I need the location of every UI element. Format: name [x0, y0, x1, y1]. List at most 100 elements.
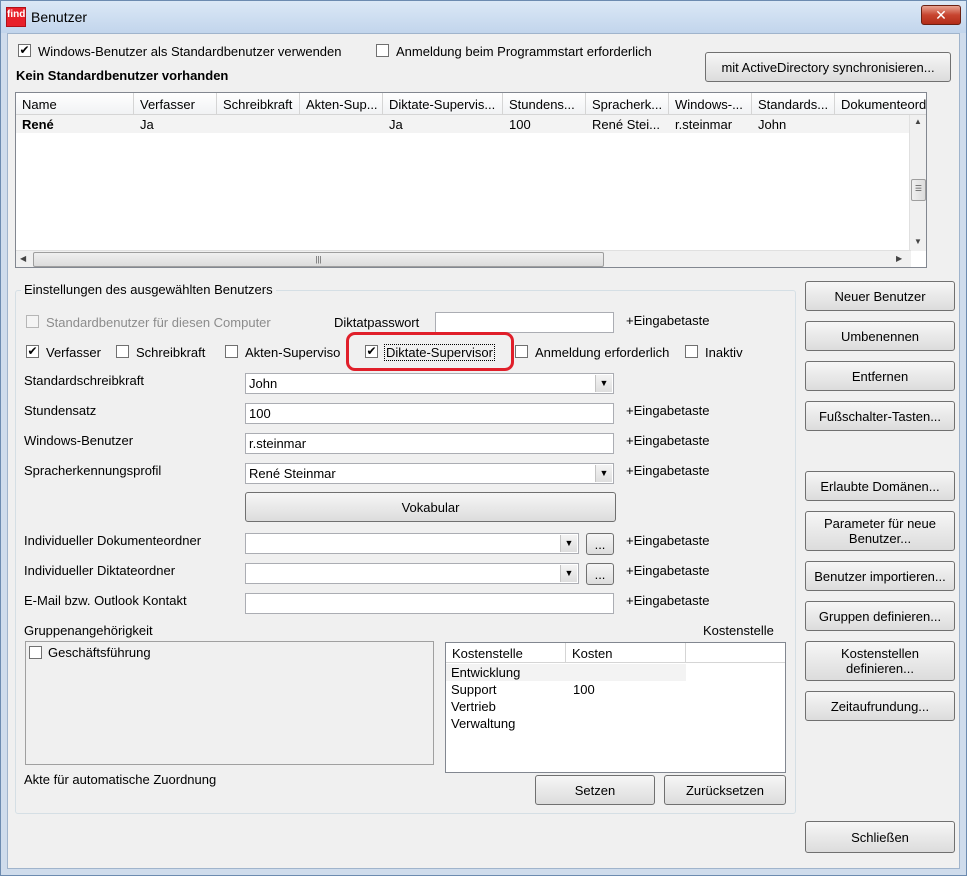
set-button[interactable]: Setzen [535, 775, 655, 805]
horizontal-scrollbar[interactable]: ◀ ||| ▶ [16, 250, 911, 267]
column-header-windows-user[interactable]: Windows-... [669, 93, 752, 115]
scroll-left-arrow-icon[interactable]: ◀ [20, 254, 26, 263]
horizontal-scroll-thumb[interactable]: ||| [33, 252, 604, 267]
stundensatz-input[interactable]: 100 [245, 403, 614, 424]
cell-windows-user: r.steinmar [675, 117, 733, 132]
doc-folder-enter-hint: +Eingabetaste [626, 533, 710, 548]
vertical-scroll-thumb[interactable]: ☰ [911, 179, 926, 201]
vokabular-button[interactable]: Vokabular [245, 492, 616, 522]
cost-cell-name: Vertrieb [451, 699, 496, 714]
define-groups-button[interactable]: Gruppen definieren... [805, 601, 955, 631]
close-window-button[interactable]: ✕ [921, 5, 961, 25]
login-required-label: Anmeldung beim Programmstart erforderlic… [396, 44, 652, 59]
column-header-standardschreibkraft[interactable]: Standards... [752, 93, 835, 115]
dialog-client-area: ✔ Windows-Benutzer als Standardbenutzer … [7, 33, 960, 869]
cost-center-label: Kostenstelle [703, 623, 774, 638]
diktatpasswort-label: Diktatpasswort [334, 315, 420, 330]
table-row[interactable]: Vertrieb [446, 698, 686, 715]
group-geschaeftsfuehrung-checkbox[interactable] [29, 646, 42, 659]
red-highlight-annotation [346, 332, 514, 371]
chevron-down-icon[interactable]: ▼ [560, 565, 577, 582]
column-header-akten-supervisor[interactable]: Akten-Sup... [300, 93, 383, 115]
default-user-pc-label: Standardbenutzer für diesen Computer [46, 315, 271, 330]
chevron-down-icon[interactable]: ▼ [560, 535, 577, 552]
verfasser-checkbox[interactable]: ✔ [26, 345, 39, 358]
doc-folder-browse-button[interactable]: ... [586, 533, 614, 555]
doc-folder-select[interactable]: ▼ [245, 533, 579, 554]
foot-switch-keys-button[interactable]: Fußschalter-Tasten... [805, 401, 955, 431]
allowed-domains-button[interactable]: Erlaubte Domänen... [805, 471, 955, 501]
windows-user-label: Windows-Benutzer [24, 433, 134, 448]
column-header-stundensatz[interactable]: Stundens... [503, 93, 586, 115]
reset-button[interactable]: Zurücksetzen [664, 775, 786, 805]
import-users-button[interactable]: Benutzer importieren... [805, 561, 955, 591]
user-table-header: Name Verfasser Schreibkraft Akten-Sup...… [16, 93, 926, 115]
window-title: Benutzer [31, 9, 88, 25]
title-bar[interactable]: find Benutzer ✕ [1, 1, 966, 33]
speech-profile-select[interactable]: René Steinmar ▼ [245, 463, 614, 484]
user-table[interactable]: Name Verfasser Schreibkraft Akten-Sup...… [15, 92, 927, 268]
scroll-right-arrow-icon[interactable]: ▶ [896, 254, 902, 263]
sync-activedirectory-button[interactable]: mit ActiveDirectory synchronisieren... [705, 52, 951, 82]
inaktiv-label: Inaktiv [705, 345, 743, 360]
cell-diktate-supervisor: Ja [389, 117, 403, 132]
table-row[interactable]: Verwaltung [446, 715, 686, 732]
use-windows-user-label: Windows-Benutzer als Standardbenutzer ve… [38, 44, 342, 59]
column-header-diktate-supervisor[interactable]: Diktate-Supervis... [383, 93, 503, 115]
login-required-checkbox[interactable] [376, 44, 389, 57]
column-header-kosten[interactable]: Kosten [566, 643, 686, 663]
benutzer-window: find Benutzer ✕ ✔ Windows-Benutzer als S… [0, 0, 967, 876]
column-header-schreibkraft[interactable]: Schreibkraft [217, 93, 300, 115]
cost-cell-name: Entwicklung [451, 665, 521, 680]
windows-user-enter-hint: +Eingabetaste [626, 433, 710, 448]
use-windows-user-checkbox[interactable]: ✔ [18, 44, 31, 57]
dictation-folder-select[interactable]: ▼ [245, 563, 579, 584]
anmeldung-erforderlich-label: Anmeldung erforderlich [535, 345, 670, 360]
vertical-scrollbar[interactable]: ▲ ☰ ▼ [909, 115, 926, 251]
akten-supervisor-checkbox[interactable] [225, 345, 238, 358]
app-icon: find [6, 7, 26, 27]
chevron-down-icon[interactable]: ▼ [595, 375, 612, 392]
cell-spracherkennung: René Stei... [592, 117, 660, 132]
cost-cell-name: Verwaltung [451, 716, 516, 731]
settings-group-title: Einstellungen des ausgewählten Benutzers [21, 282, 276, 297]
time-rounding-button[interactable]: Zeitaufrundung... [805, 691, 955, 721]
define-cost-centers-button[interactable]: Kostenstellen definieren... [805, 641, 955, 681]
rename-button[interactable]: Umbenennen [805, 321, 955, 351]
new-user-params-button[interactable]: Parameter für neue Benutzer... [805, 511, 955, 551]
akten-supervisor-label: Akten-Superviso [245, 345, 341, 360]
default-user-pc-checkbox[interactable] [26, 315, 39, 328]
new-user-button[interactable]: Neuer Benutzer [805, 281, 955, 311]
windows-user-input[interactable]: r.steinmar [245, 433, 614, 454]
scroll-down-arrow-icon[interactable]: ▼ [914, 237, 922, 246]
column-header-kostenstelle[interactable]: Kostenstelle [446, 643, 566, 663]
column-header-dokumenteordner[interactable]: Dokumenteord [835, 93, 926, 115]
group-membership-list[interactable]: Geschäftsführung [25, 641, 434, 765]
speech-profile-label: Spracherkennungsprofil [24, 463, 162, 478]
dictation-folder-label: Individueller Diktateordner [24, 563, 176, 578]
stundensatz-enter-hint: +Eingabetaste [626, 403, 710, 418]
diktatpasswort-input[interactable] [435, 312, 614, 333]
email-enter-hint: +Eingabetaste [626, 593, 710, 608]
standardschreibkraft-select[interactable]: John ▼ [245, 373, 614, 394]
cost-cell-value: 100 [573, 682, 595, 697]
speech-profile-enter-hint: +Eingabetaste [626, 463, 710, 478]
chevron-down-icon[interactable]: ▼ [595, 465, 612, 482]
column-header-name[interactable]: Name [16, 93, 134, 115]
column-header-spracherkennung[interactable]: Spracherk... [586, 93, 669, 115]
column-header-verfasser[interactable]: Verfasser [134, 93, 217, 115]
table-row[interactable]: Support 100 [446, 681, 686, 698]
email-input[interactable] [245, 593, 614, 614]
remove-button[interactable]: Entfernen [805, 361, 955, 391]
inaktiv-checkbox[interactable] [685, 345, 698, 358]
table-row[interactable]: Entwicklung [446, 664, 686, 681]
dictation-folder-browse-button[interactable]: ... [586, 563, 614, 585]
anmeldung-erforderlich-checkbox[interactable] [515, 345, 528, 358]
cost-center-table[interactable]: Kostenstelle Kosten Entwicklung Support … [445, 642, 786, 773]
standardschreibkraft-label: Standardschreibkraft [24, 373, 144, 388]
table-row[interactable]: René Ja Ja 100 René Stei... r.steinmar J… [16, 115, 926, 133]
schreibkraft-checkbox[interactable] [116, 345, 129, 358]
cell-stundensatz: 100 [509, 117, 531, 132]
close-button[interactable]: Schließen [805, 821, 955, 853]
scroll-up-arrow-icon[interactable]: ▲ [914, 117, 922, 126]
